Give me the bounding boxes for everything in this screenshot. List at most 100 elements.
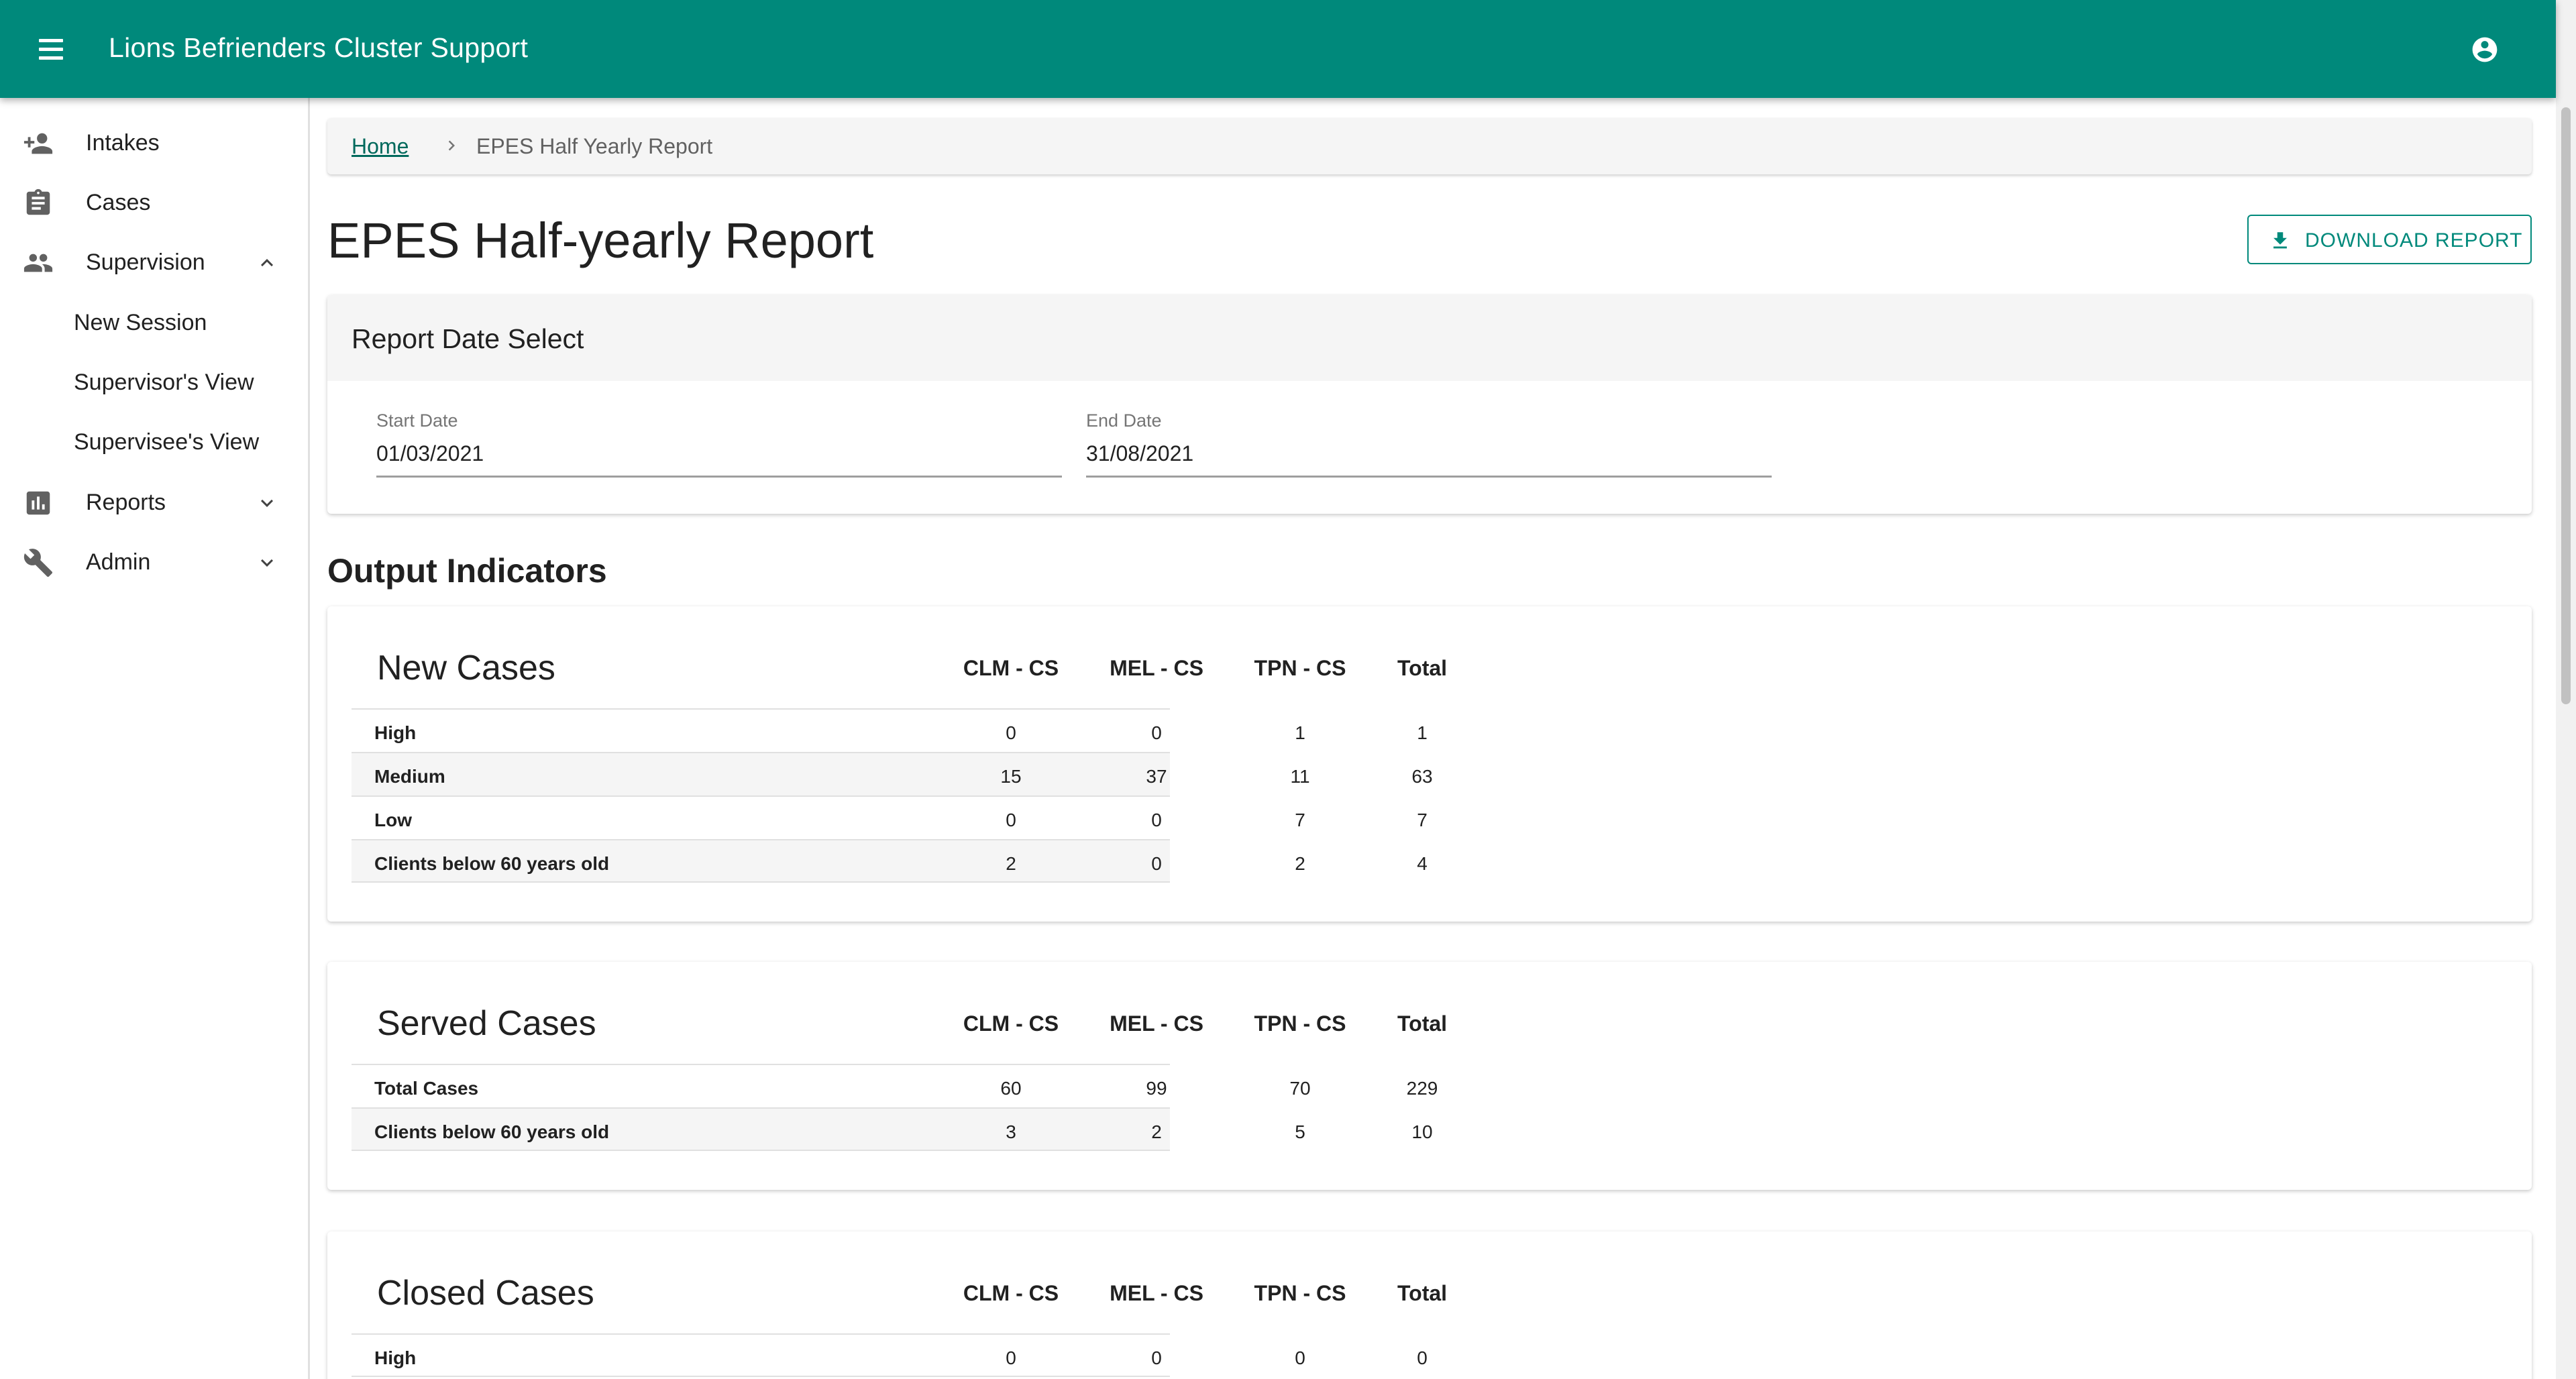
sidebar-item-supervisees-view[interactable]: Supervisee's View (0, 413, 308, 472)
column-header: Total (1397, 1011, 1448, 1036)
end-date-label: End Date (1086, 410, 1162, 431)
sidebar-item-supervisors-view[interactable]: Supervisor's View (0, 353, 308, 412)
column-header: Total (1397, 1281, 1448, 1305)
sidebar-item-cases[interactable]: Cases (0, 174, 308, 233)
table-cell: 70 (1289, 1078, 1311, 1099)
table-cell: 2 (1295, 853, 1305, 874)
row-label: Low (374, 810, 412, 830)
sidebar-item-intakes[interactable]: Intakes (0, 114, 308, 173)
scrollbar-thumb[interactable] (2561, 107, 2571, 704)
chevron-up-icon (255, 251, 279, 275)
table-cell: 0 (1006, 810, 1016, 830)
end-date-field[interactable]: End Date 31/08/2021 (1086, 410, 1772, 478)
table-row: Clients below 60 years old 3 2 5 10 (352, 1107, 1433, 1151)
table-cell: 229 (1406, 1078, 1438, 1099)
new-cases-card: New Cases CLM - CS MEL - CS TPN - CS Tot… (327, 606, 2532, 922)
table-row: Total Cases 60 99 70 229 (352, 1064, 1438, 1107)
sidebar-item-label: Cases (86, 190, 151, 215)
download-report-button[interactable]: DOWNLOAD REPORT (2247, 215, 2532, 264)
download-button-label: DOWNLOAD REPORT (2305, 229, 2523, 252)
column-header: TPN - CS (1254, 1011, 1346, 1036)
breadcrumb: Home EPES Half Yearly Report (327, 118, 2532, 174)
main-content: Home EPES Half Yearly Report EPES Half-y… (310, 98, 2556, 1379)
column-header: MEL - CS (1110, 1011, 1203, 1036)
column-header: MEL - CS (1110, 1281, 1203, 1305)
page-title: EPES Half-yearly Report (327, 213, 874, 268)
chevron-down-icon (255, 551, 279, 575)
table-cell: 2 (1151, 1121, 1162, 1142)
table-cell: 4 (1417, 853, 1428, 874)
closed-cases-card: Closed Cases CLM - CS MEL - CS TPN - CS … (327, 1231, 2532, 1379)
table-cell: 63 (1411, 766, 1433, 787)
table-cell: 0 (1006, 1347, 1016, 1368)
row-label: Clients below 60 years old (374, 1121, 610, 1142)
menu-icon[interactable] (35, 34, 67, 66)
table-cell: 1 (1295, 722, 1305, 743)
table-title: Closed Cases (377, 1274, 594, 1313)
table-cell: 0 (1006, 722, 1016, 743)
column-header: CLM - CS (963, 656, 1059, 680)
row-label: High (374, 722, 417, 743)
sidebar-item-label: Supervisee's View (74, 429, 260, 455)
table-row: Medium 15 37 11 63 (352, 752, 1433, 795)
served-cases-card: Served Cases CLM - CS MEL - CS TPN - CS … (327, 962, 2532, 1190)
sidebar-item-supervision[interactable]: Supervision (0, 233, 308, 292)
start-date-field[interactable]: Start Date 01/03/2021 (376, 410, 1062, 478)
table-cell: 7 (1417, 810, 1428, 830)
sidebar-item-reports[interactable]: Reports (0, 474, 308, 533)
column-header: CLM - CS (963, 1011, 1059, 1036)
table-cell: 37 (1146, 766, 1167, 787)
end-date-value[interactable]: 31/08/2021 (1086, 441, 1193, 466)
sidebar-item-new-session[interactable]: New Session (0, 294, 308, 353)
chevron-right-icon (441, 135, 462, 156)
table-row: Low 0 0 7 7 (352, 795, 1428, 839)
clipboard-icon (23, 188, 54, 219)
table-cell: 7 (1295, 810, 1305, 830)
row-label: Medium (374, 766, 445, 787)
column-header: CLM - CS (963, 1281, 1059, 1305)
app-bar: Lions Befrienders Cluster Support (0, 0, 2556, 98)
breadcrumb-current: EPES Half Yearly Report (476, 134, 713, 158)
start-date-label: Start Date (376, 410, 458, 431)
sidebar-item-label: Supervisor's View (74, 370, 254, 395)
bar-chart-icon (23, 488, 54, 518)
start-date-value[interactable]: 01/03/2021 (376, 441, 484, 466)
table-cell: 10 (1411, 1121, 1433, 1142)
table-row: High 0 0 0 0 (352, 1333, 1428, 1377)
sidebar-item-label: Reports (86, 490, 166, 515)
person-add-icon (23, 128, 54, 159)
sidebar-item-label: Intakes (86, 130, 160, 156)
report-date-select-card: Report Date Select Start Date 01/03/2021… (327, 295, 2532, 514)
table-row: High 0 0 1 1 (352, 708, 1428, 752)
column-header: Total (1397, 656, 1448, 680)
card-title: Report Date Select (352, 323, 584, 354)
table-cell: 0 (1417, 1347, 1428, 1368)
breadcrumb-home-link[interactable]: Home (352, 134, 409, 159)
table-row: Clients below 60 years old 2 0 2 4 (352, 839, 1428, 883)
wrench-icon (23, 547, 54, 578)
row-label: High (374, 1347, 417, 1368)
table-title: New Cases (377, 649, 555, 687)
sidebar-item-label: New Session (74, 310, 207, 335)
output-indicators-heading: Output Indicators (327, 552, 607, 590)
table-cell: 2 (1006, 853, 1016, 874)
table-cell: 5 (1295, 1121, 1305, 1142)
column-header: MEL - CS (1110, 656, 1203, 680)
table-cell: 1 (1417, 722, 1428, 743)
sidebar-item-label: Admin (86, 549, 151, 575)
people-icon (23, 247, 54, 278)
table-title: Served Cases (377, 1004, 596, 1043)
sidebar-item-admin[interactable]: Admin (0, 533, 308, 592)
account-circle-icon[interactable] (2470, 35, 2500, 64)
scrollbar[interactable] (2556, 0, 2576, 1379)
table-cell: 15 (1000, 766, 1022, 787)
table-cell: 60 (1000, 1078, 1022, 1099)
card-header: Report Date Select (327, 295, 2532, 381)
column-header: TPN - CS (1254, 656, 1346, 680)
table-cell: 3 (1006, 1121, 1016, 1142)
sidebar-item-label: Supervision (86, 250, 205, 275)
chevron-down-icon (255, 491, 279, 515)
column-header: TPN - CS (1254, 1281, 1346, 1305)
table-cell: 0 (1151, 810, 1162, 830)
table-cell: 0 (1151, 1347, 1162, 1368)
